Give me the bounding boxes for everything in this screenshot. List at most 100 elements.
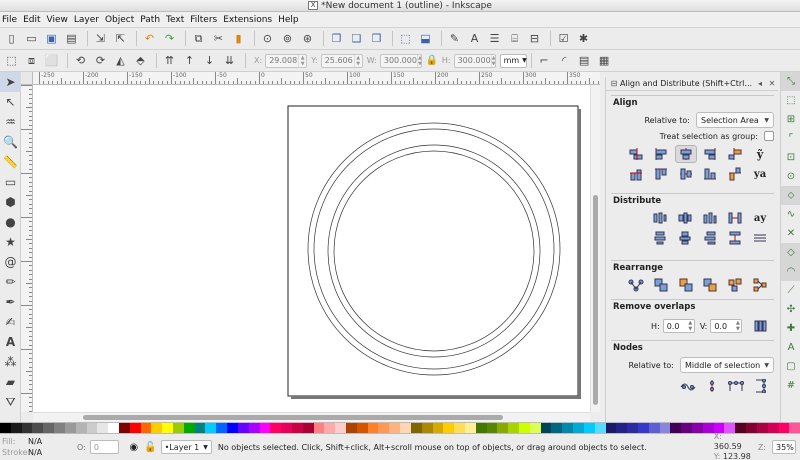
calligraphy-tool-icon[interactable]: ✍ [0, 312, 21, 332]
palette-swatch[interactable] [648, 423, 660, 433]
snap-bounding-box-icon[interactable]: ⬚ [781, 91, 800, 110]
menu-path[interactable]: Path [140, 12, 166, 28]
menu-view[interactable]: View [47, 12, 74, 28]
document-properties-icon[interactable]: ☑ [555, 30, 572, 47]
snap-bbox-corners-icon[interactable]: ⌜ [781, 129, 800, 148]
align-left-edges-icon[interactable] [650, 145, 672, 163]
distribute-baselines-horizontal-icon[interactable]: ay [749, 209, 771, 227]
zoom-drawing-icon[interactable]: ⊚ [279, 30, 296, 47]
horizontal-ruler[interactable]: -250 -200 -150 -100 -50 0 50 100 150 200 250 300 350… [33, 72, 600, 85]
align-left-to-right-edge-icon[interactable] [724, 145, 746, 163]
lower-to-bottom-icon[interactable]: ⇊ [221, 52, 238, 69]
duplicate-icon[interactable]: ❐ [328, 30, 345, 47]
3d-box-tool-icon[interactable]: ⬢ [0, 192, 21, 212]
align-baselines-icon[interactable]: ya [749, 165, 771, 183]
palette-swatch[interactable] [346, 423, 357, 433]
palette-swatch[interactable] [573, 423, 584, 433]
save-icon[interactable]: ▣ [43, 30, 60, 47]
center-on-vertical-axis-icon[interactable] [674, 145, 697, 163]
flip-vertical-icon[interactable]: ⬘ [132, 52, 149, 69]
palette-swatch[interactable] [410, 423, 422, 433]
zoom-selection-icon[interactable]: ⊙ [259, 30, 276, 47]
palette-swatch[interactable] [151, 423, 163, 433]
randomize-centers-icon[interactable] [724, 276, 746, 294]
rotate-ccw-icon[interactable]: ⟲ [72, 52, 89, 69]
select-all-icon[interactable]: ⬚ [3, 52, 20, 69]
distribute-nodes-horizontal-icon[interactable] [726, 377, 747, 395]
palette-swatch[interactable] [443, 423, 455, 433]
palette-swatch[interactable] [583, 423, 595, 433]
align-top-to-bottom-icon[interactable] [724, 165, 746, 183]
palette-swatch[interactable] [627, 423, 638, 433]
snap-rotation-centers-icon[interactable]: ✚ [781, 319, 800, 338]
ellipse-tool-icon[interactable]: ● [0, 212, 21, 232]
preferences-icon[interactable]: ✱ [575, 30, 592, 47]
palette-swatch[interactable] [324, 423, 336, 433]
palette-swatch[interactable] [692, 423, 703, 433]
x-field[interactable]: 29.008 ▲ ▼ [265, 53, 308, 68]
unit-select[interactable]: mm ▼ [499, 53, 527, 68]
palette-swatch[interactable] [43, 423, 55, 433]
snap-toggle-icon[interactable]: ⤡ [781, 72, 800, 91]
tweak-tool-icon[interactable]: ♒ [0, 112, 21, 132]
overlap-v-field[interactable]: 0.0 ▲ ▼ [710, 319, 743, 333]
undo-icon[interactable]: ↶ [141, 30, 158, 47]
rectangle-tool-icon[interactable]: ▭ [0, 172, 21, 192]
palette-swatch[interactable] [291, 423, 303, 433]
y-field[interactable]: 25.606 ▲ ▼ [320, 53, 363, 68]
align-top-edges-icon[interactable] [650, 165, 672, 183]
palette-swatch[interactable] [205, 423, 217, 433]
palette-swatch[interactable] [432, 423, 444, 433]
clone-icon[interactable]: ❑ [348, 30, 365, 47]
scale-stroke-icon[interactable]: ⌐ [536, 52, 553, 69]
palette-swatch[interactable] [227, 423, 238, 433]
align-bottom-to-top-icon[interactable] [625, 165, 647, 183]
snap-smooth-nodes-icon[interactable]: ◠ [781, 262, 800, 281]
distribute-baselines-vertical-icon[interactable] [749, 229, 771, 247]
menu-layer[interactable]: Layer [74, 12, 105, 28]
align-right-to-left-edge-icon[interactable] [625, 145, 647, 163]
snap-intersections-icon[interactable]: ✕ [781, 224, 800, 243]
pen-tool-icon[interactable]: ✒ [0, 292, 21, 312]
palette-swatch[interactable] [32, 423, 44, 433]
palette-swatch[interactable] [216, 423, 228, 433]
palette-swatch[interactable] [75, 423, 87, 433]
palette-swatch[interactable] [97, 423, 109, 433]
center-on-horizontal-axis-icon[interactable] [675, 165, 697, 183]
palette-swatch[interactable] [140, 423, 152, 433]
rotate-cw-icon[interactable]: ⟳ [92, 52, 109, 69]
flip-horizontal-icon[interactable]: ◭ [112, 52, 129, 69]
overlap-h-field[interactable]: 0.0 ▲ ▼ [662, 319, 695, 333]
layer-select[interactable]: •Layer 1 ▼ [160, 440, 212, 454]
remove-overlaps-icon[interactable] [750, 317, 771, 335]
palette-swatch[interactable] [173, 423, 184, 433]
palette-swatch[interactable] [767, 423, 779, 433]
snap-paths-icon[interactable]: ∿ [781, 205, 800, 224]
h-spinner[interactable]: ▲ ▼ [490, 54, 496, 67]
align-nodes-vertical-icon[interactable] [701, 377, 722, 395]
palette-swatch[interactable] [519, 423, 530, 433]
text-tool-icon[interactable]: A [0, 332, 21, 352]
palette-swatch[interactable] [756, 423, 768, 433]
snap-page-border-icon[interactable]: ▢ [781, 357, 800, 376]
palette-swatch[interactable] [637, 423, 649, 433]
exchange-positions-clockwise-icon[interactable] [699, 276, 721, 294]
unclump-objects-icon[interactable] [749, 276, 771, 294]
close-icon[interactable]: ✕ [766, 78, 778, 90]
palette-swatch[interactable] [475, 423, 487, 433]
palette-swatch[interactable] [0, 423, 11, 433]
palette-swatch[interactable] [108, 423, 119, 433]
paste-icon[interactable]: ▮ [230, 30, 247, 47]
eraser-tool-icon[interactable]: ▰ [0, 372, 21, 392]
scale-corners-icon[interactable]: ◜ [556, 52, 573, 69]
align-right-edges-icon[interactable] [700, 145, 722, 163]
palette-swatch[interactable] [162, 423, 173, 433]
palette-swatch[interactable] [367, 423, 379, 433]
palette-swatch[interactable] [302, 423, 314, 433]
menu-filters[interactable]: Filters [190, 12, 223, 28]
distribute-left-edges-icon[interactable] [649, 209, 671, 227]
palette-swatch[interactable] [605, 423, 617, 433]
star-tool-icon[interactable]: ★ [0, 232, 21, 252]
move-patterns-icon[interactable]: ▦ [596, 52, 613, 69]
layers-icon[interactable]: ☰ [486, 30, 503, 47]
